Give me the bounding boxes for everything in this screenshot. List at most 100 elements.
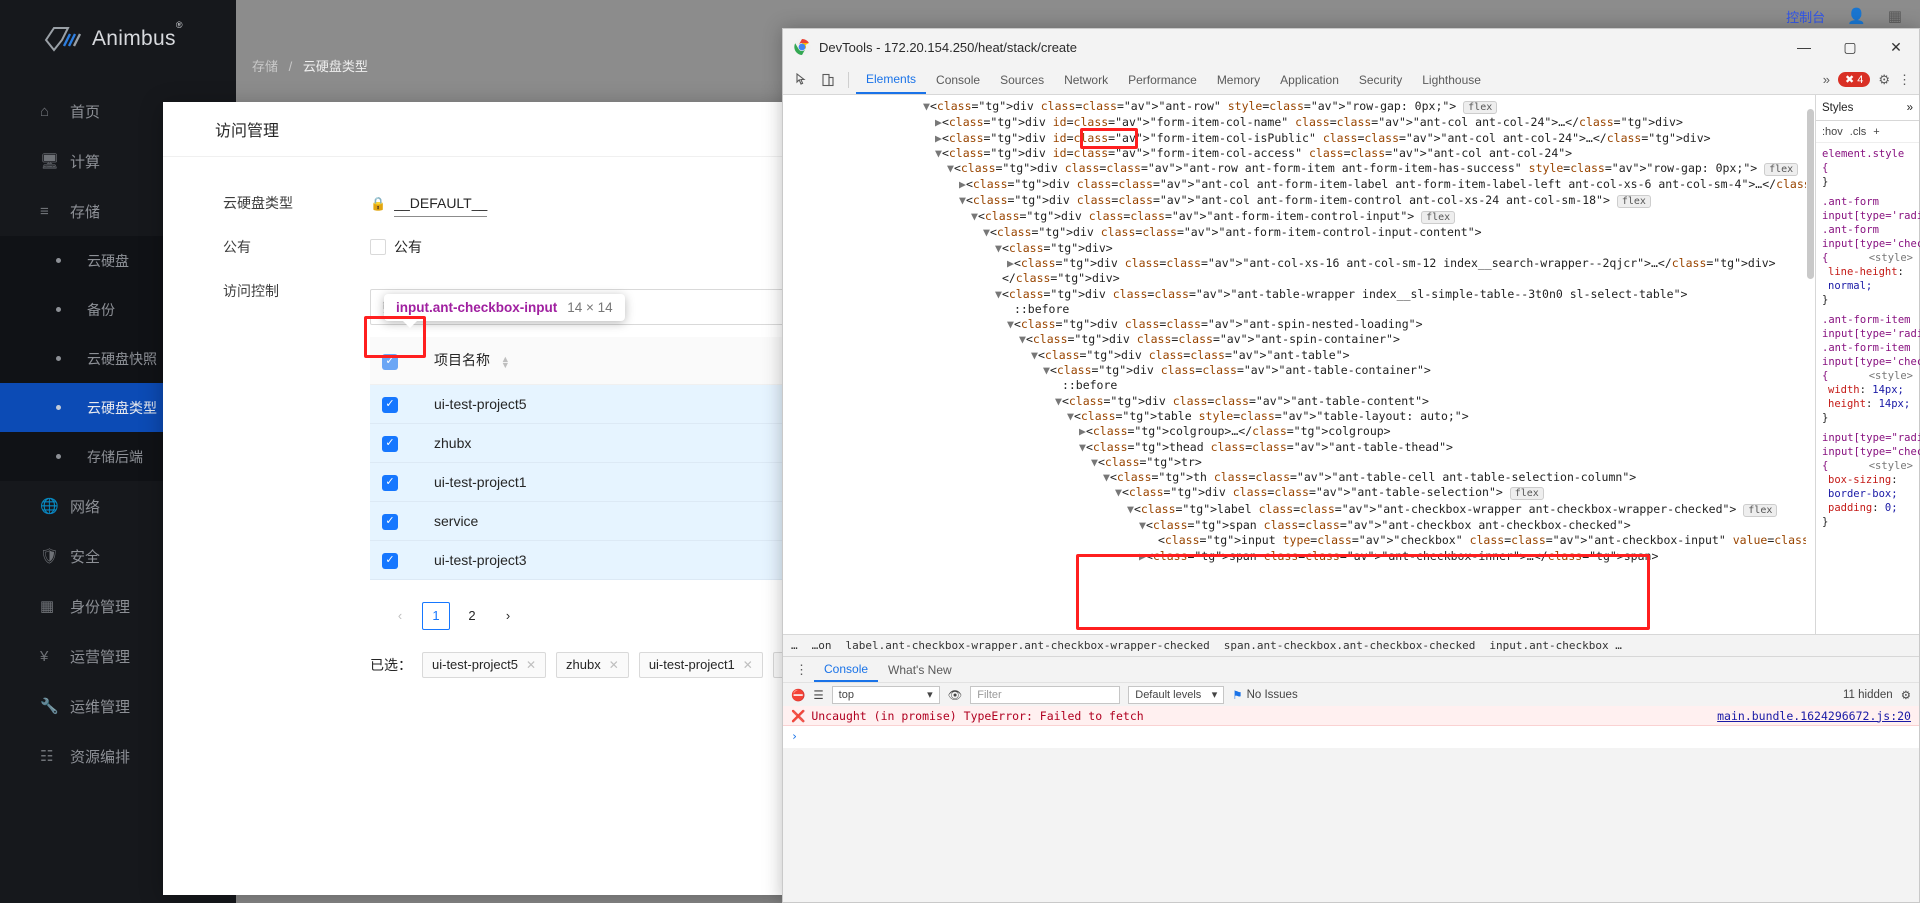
pagination-next[interactable]: › (494, 602, 522, 630)
tab-console-drawer[interactable]: Console (814, 657, 878, 682)
kebab-icon[interactable]: ⋮ (789, 662, 814, 678)
style-property[interactable]: width: 14px; (1822, 383, 1913, 397)
breadcrumb-item[interactable]: input.ant-checkbox … (1489, 639, 1621, 652)
console-error-row[interactable]: ❌ Uncaught (in promise) TypeError: Faile… (783, 706, 1919, 726)
style-selector[interactable]: .ant-form-item input[type='radio'], .ant… (1822, 313, 1913, 383)
column-project-name[interactable]: 项目名称 ▲▼ (422, 337, 810, 384)
row-checkbox[interactable]: ✓ (382, 475, 398, 491)
dom-scrollbar[interactable] (1806, 95, 1815, 634)
dom-tree-line[interactable]: ▶<class="tg">colgroup>…</class="tg">colg… (783, 424, 1815, 439)
style-selector[interactable]: element.style { (1822, 147, 1913, 175)
console-error-source[interactable]: main.bundle.1624296672.js:20 (1717, 709, 1911, 723)
dom-tree-line[interactable]: ::before (783, 378, 1815, 393)
tab-security[interactable]: Security (1349, 65, 1412, 94)
dom-tree-line[interactable]: ▼<class="tg">div class=class="av">"ant-t… (783, 485, 1815, 501)
sort-icon[interactable]: ▲▼ (501, 356, 510, 368)
dom-tree-line[interactable]: ▼<class="tg">table style=class="av">"tab… (783, 409, 1815, 424)
tab-console[interactable]: Console (926, 65, 990, 94)
row-select-cell[interactable]: ✓ (370, 462, 422, 501)
dom-tree-line[interactable]: ▼<class="tg">div class=class="av">"ant-r… (783, 99, 1815, 115)
style-property[interactable]: padding: 0; (1822, 501, 1913, 515)
pagination-page-2[interactable]: 2 (458, 602, 486, 630)
more-tabs-icon[interactable]: » (1823, 72, 1830, 87)
style-property[interactable]: height: 14px; (1822, 397, 1913, 411)
log-levels-selector[interactable]: Default levels ▾ (1128, 686, 1224, 704)
selected-tag[interactable]: zhubx ✕ (556, 652, 629, 678)
maximize-icon[interactable]: ▢ (1827, 29, 1873, 65)
style-rule[interactable]: .ant-form-item input[type='radio'], .ant… (1822, 313, 1913, 425)
flex-badge[interactable]: flex (1617, 195, 1651, 208)
new-rule-icon[interactable]: + (1873, 126, 1879, 138)
style-rule[interactable]: input[type="radio"], input[type="checkbo… (1822, 431, 1913, 529)
style-selector[interactable]: input[type="radio"], input[type="checkbo… (1822, 431, 1913, 473)
dom-tree-line[interactable]: ▼<class="tg">div class=class="av">"ant-t… (783, 287, 1815, 302)
pagination-page-1[interactable]: 1 (422, 602, 450, 630)
tab-lighthouse[interactable]: Lighthouse (1412, 65, 1491, 94)
breadcrumb-item[interactable]: span.ant-checkbox.ant-checkbox-checked (1224, 639, 1476, 652)
dom-tree-pane[interactable]: ▼<class="tg">div class=class="av">"ant-r… (783, 95, 1815, 634)
flex-badge[interactable]: flex (1743, 504, 1777, 517)
breadcrumb-parent[interactable]: 存储 (252, 59, 278, 74)
console-filter-input[interactable]: Filter (970, 686, 1120, 704)
breadcrumb-item[interactable]: …on (812, 639, 832, 652)
grid-icon[interactable]: ▦ (1888, 7, 1902, 25)
gear-icon[interactable]: ⚙ (1901, 688, 1911, 702)
tab-elements[interactable]: Elements (856, 65, 926, 94)
style-property[interactable]: line-height: normal; (1822, 265, 1913, 293)
dom-tree-line[interactable]: ▼<class="tg">div class=class="av">"ant-f… (783, 225, 1815, 240)
dom-tree-line[interactable]: ▼<class="tg">div id=class="av">"form-ite… (783, 146, 1815, 161)
dom-tree-line[interactable]: ▼<class="tg">tr> (783, 455, 1815, 470)
tab-application[interactable]: Application (1270, 65, 1349, 94)
styles-more-icon[interactable]: » (1907, 102, 1913, 114)
row-select-cell[interactable]: ✓ (370, 384, 422, 423)
dom-tree-line[interactable]: ▼<class="tg">div> (783, 241, 1815, 256)
style-selector[interactable]: .ant-form input[type='radio'], .ant-form… (1822, 195, 1913, 265)
tab-performance[interactable]: Performance (1118, 65, 1207, 94)
dom-tree-line[interactable]: ▶<class="tg">div class=class="av">"ant-c… (783, 256, 1815, 271)
dom-tree-line[interactable]: ▼<class="tg">div class=class="av">"ant-f… (783, 209, 1815, 225)
close-icon[interactable]: ✕ (526, 658, 536, 672)
row-checkbox[interactable]: ✓ (382, 436, 398, 452)
selected-tag[interactable]: ui-test-project1 ✕ (639, 652, 763, 678)
inspect-icon[interactable] (789, 67, 815, 93)
row-select-cell[interactable]: ✓ (370, 423, 422, 462)
flex-badge[interactable]: flex (1463, 101, 1497, 114)
kebab-icon[interactable]: ⋮ (1898, 72, 1911, 88)
pagination-prev[interactable]: ‹ (386, 602, 414, 630)
dom-tree-line[interactable]: ▶<class="tg">div id=class="av">"form-ite… (783, 131, 1815, 146)
close-icon[interactable]: ✕ (609, 658, 619, 672)
brand-logo[interactable]: Animbus® (0, 0, 236, 54)
row-select-cell[interactable]: ✓ (370, 501, 422, 540)
dom-tree-line[interactable]: ▼<class="tg">span class=class="av">"ant-… (783, 518, 1815, 533)
row-checkbox[interactable]: ✓ (382, 397, 398, 413)
clear-console-icon[interactable]: ⛔ (791, 688, 805, 702)
tab-whats-new[interactable]: What's New (878, 657, 962, 682)
dom-tree-line[interactable]: </class="tg">div> (783, 271, 1815, 286)
hov-toggle[interactable]: :hov (1822, 126, 1843, 138)
device-toolbar-icon[interactable] (815, 67, 841, 93)
tab-network[interactable]: Network (1054, 65, 1118, 94)
style-rule[interactable]: .ant-form input[type='radio'], .ant-form… (1822, 195, 1913, 307)
dom-tree-line[interactable]: ▶<class="tg">div class=class="av">"ant-c… (783, 177, 1815, 192)
flex-badge[interactable]: flex (1764, 163, 1798, 176)
tab-sources[interactable]: Sources (990, 65, 1054, 94)
select-all-cell[interactable]: ✓ (370, 337, 422, 384)
styles-rules-list[interactable]: element.style {}.ant-form input[type='ra… (1816, 143, 1919, 539)
dom-scrollbar-thumb[interactable] (1807, 109, 1814, 279)
dom-tree-line[interactable]: ▼<class="tg">label class=class="av">"ant… (783, 502, 1815, 518)
select-all-checkbox[interactable]: ✓ (382, 354, 398, 370)
close-icon[interactable]: ✕ (743, 658, 753, 672)
tab-memory[interactable]: Memory (1207, 65, 1270, 94)
dom-tree-line[interactable]: ▼<class="tg">div class=class="av">"ant-t… (783, 348, 1815, 363)
dom-tree-line[interactable]: ▼<class="tg">th class=class="av">"ant-ta… (783, 470, 1815, 485)
no-issues-indicator[interactable]: ⚑ No Issues (1232, 688, 1297, 702)
breadcrumb-item[interactable]: label.ant-checkbox-wrapper.ant-checkbox-… (846, 639, 1210, 652)
selected-tag[interactable]: ui-test-project5 ✕ (422, 652, 546, 678)
gear-icon[interactable]: ⚙ (1878, 72, 1890, 88)
row-checkbox[interactable]: ✓ (382, 553, 398, 569)
flex-badge[interactable]: flex (1510, 487, 1544, 500)
minimize-icon[interactable]: — (1781, 29, 1827, 65)
dom-tree-line[interactable]: ::before (783, 302, 1815, 317)
eye-icon[interactable]: 👁 (948, 688, 963, 702)
dom-tree-line[interactable]: ▼<class="tg">div class=class="av">"ant-t… (783, 394, 1815, 409)
